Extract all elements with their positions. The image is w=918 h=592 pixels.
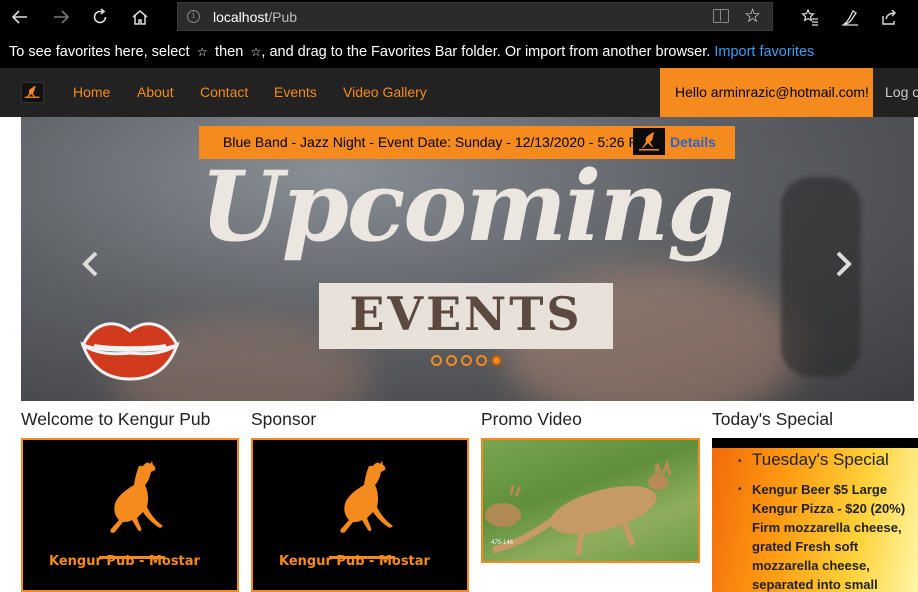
pen-icon — [842, 10, 858, 26]
user-greeting[interactable]: Hello arminrazic@hotmail.com! — [660, 68, 873, 117]
carousel-next-icon[interactable] — [834, 250, 854, 278]
carousel-indicator[interactable] — [461, 355, 472, 366]
special-line: mozzarella cheese, — [752, 558, 870, 573]
import-favorites-link[interactable]: Import favorites — [714, 44, 814, 60]
share-button[interactable] — [876, 4, 902, 30]
sponsor-title: Sponsor — [251, 409, 317, 429]
sponsor-logo-card[interactable]: Kengur Pub - Mostar — [251, 438, 469, 592]
bullet-icon: • — [738, 484, 742, 495]
carousel-indicator[interactable] — [431, 355, 442, 366]
kangaroo-icon — [24, 85, 40, 98]
special-line: Firm mozzarella cheese, — [752, 520, 902, 535]
event-thumbnail — [633, 128, 665, 155]
back-arrow-icon — [11, 10, 27, 24]
nav-video-gallery[interactable]: Video Gallery — [343, 84, 427, 100]
special-line: grated Fresh soft — [752, 539, 859, 554]
favorites-bar: To see favorites here, select ☆ then ☆, … — [0, 34, 918, 68]
favorites-message-then: then — [215, 44, 244, 60]
refresh-button[interactable] — [87, 4, 113, 30]
favorites-hub-button[interactable] — [797, 4, 823, 30]
url-host: localhost — [213, 9, 269, 25]
favorite-star-icon[interactable]: ☆ — [744, 5, 761, 28]
star-icon: ☆ — [247, 45, 262, 59]
home-button[interactable] — [127, 4, 153, 30]
special-line: Kengur Pizza - $20 (20%) — [752, 501, 906, 516]
site-logo[interactable] — [21, 82, 44, 103]
back-button[interactable] — [7, 4, 33, 30]
nav-events[interactable]: Events — [274, 84, 317, 100]
kangaroo-icon — [329, 461, 395, 559]
favorites-list-icon — [801, 8, 818, 26]
web-note-button[interactable] — [837, 4, 863, 30]
kangaroo-icon — [99, 461, 165, 559]
reading-view-icon[interactable] — [713, 9, 729, 23]
nav-contact[interactable]: Contact — [200, 84, 248, 100]
event-text: Blue Band - Jazz Night - Event Date: Sun… — [223, 134, 650, 150]
forward-button[interactable] — [48, 4, 74, 30]
video-tag: 475-146 — [491, 540, 514, 546]
logout-link[interactable]: Log off — [885, 84, 918, 100]
welcome-logo-card[interactable]: Kengur Pub - Mostar — [21, 438, 239, 592]
carousel-prev-icon[interactable] — [80, 250, 100, 278]
special-line: Kengur Beer $5 Large — [752, 482, 888, 497]
share-icon — [882, 9, 896, 25]
carousel-indicator[interactable] — [446, 355, 457, 366]
special-heading: Tuesday's Special — [752, 450, 889, 469]
address-url[interactable]: localhost/Pub — [213, 9, 297, 25]
special-line: separated into small — [752, 577, 878, 592]
special-title: Today's Special — [712, 409, 834, 429]
welcome-title: Welcome to Kengur Pub — [21, 409, 211, 429]
kangaroo-icon — [639, 132, 659, 151]
event-details-link[interactable]: Details — [670, 134, 716, 150]
carousel-headline: Upcoming — [200, 150, 734, 263]
sponsor-logo-text: Kengur Pub - Mostar — [279, 554, 430, 569]
forward-arrow-icon — [54, 10, 70, 24]
kangaroo-video-frame — [485, 459, 672, 556]
lips-icon — [80, 322, 180, 381]
address-bar[interactable]: i localhost/Pub ☆ — [177, 2, 773, 31]
refresh-icon — [93, 8, 107, 24]
carousel-subheadline: EVENTS — [349, 287, 583, 341]
welcome-logo-text: Kengur Pub - Mostar — [49, 554, 200, 569]
home-icon — [132, 10, 148, 25]
site-info-icon[interactable]: i — [187, 10, 200, 23]
favorites-message: To see favorites here, select — [9, 44, 190, 60]
carousel-indicator-active[interactable] — [491, 355, 502, 366]
url-path: /Pub — [268, 9, 298, 25]
bullet-icon: • — [738, 456, 742, 467]
promo-video[interactable]: 475-146 — [481, 438, 700, 563]
promo-title: Promo Video — [481, 409, 582, 429]
carousel-indicator[interactable] — [476, 355, 487, 366]
star-icon: ☆ — [193, 45, 212, 59]
nav-home[interactable]: Home — [73, 84, 110, 100]
nav-about[interactable]: About — [137, 84, 174, 100]
favorites-message-tail: , and drag to the Favorites Bar folder. … — [261, 44, 711, 60]
